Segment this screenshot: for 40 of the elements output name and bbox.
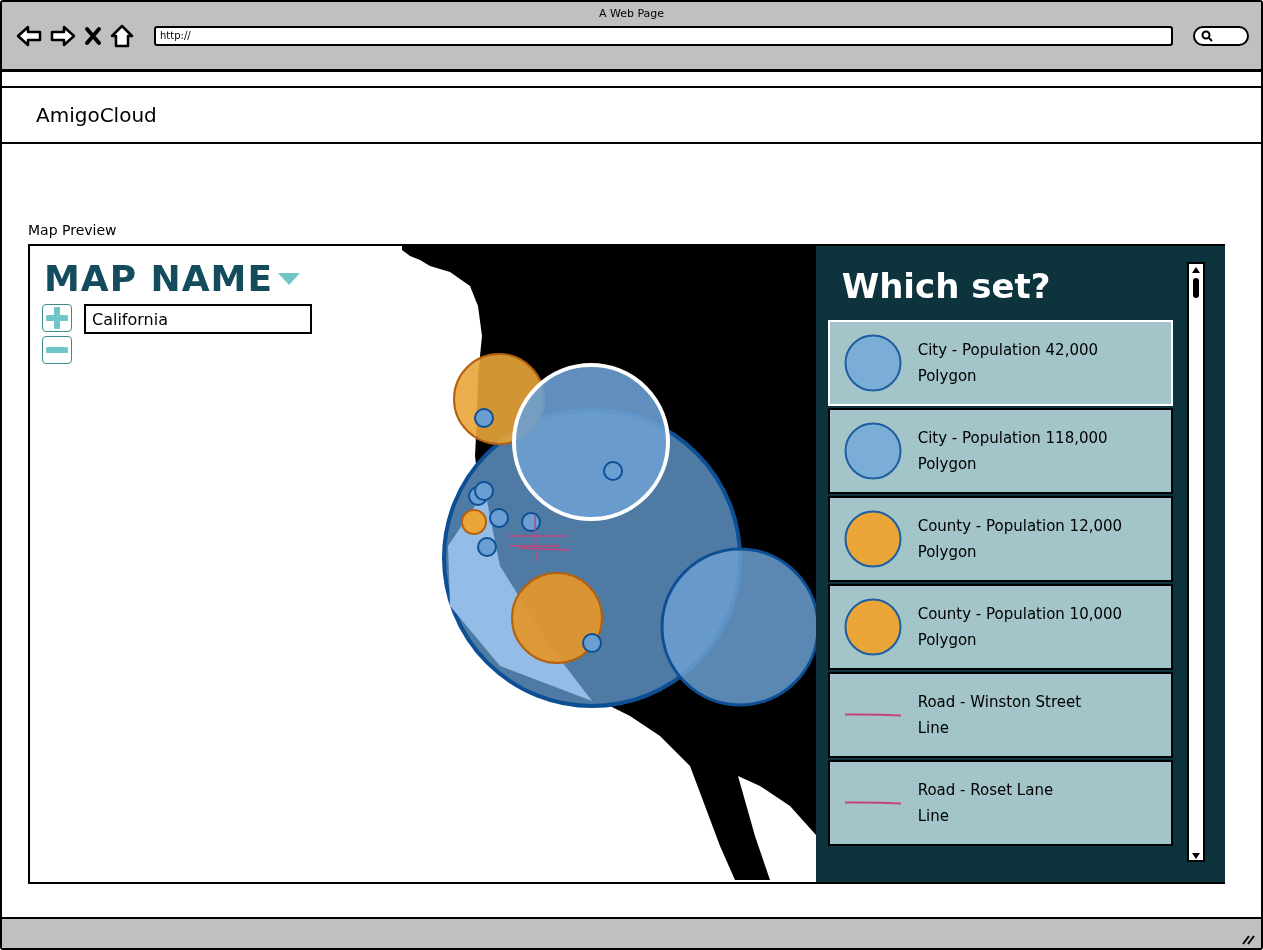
- layer-type: Polygon: [917, 367, 978, 385]
- home-icon[interactable]: [110, 24, 134, 48]
- layer-item[interactable]: City - Population 42,000 Polygon: [827, 320, 1173, 406]
- layer-type: Line: [917, 719, 950, 737]
- layer-title: County - Population 12,000: [917, 517, 1123, 535]
- plus-icon: [46, 307, 68, 329]
- back-icon[interactable]: [16, 25, 42, 47]
- layer-type: Polygon: [917, 543, 978, 561]
- layer-title: Road - Winston Street: [917, 693, 1082, 711]
- layer-title: Road - Roset Lane: [917, 781, 1054, 799]
- scrollbar[interactable]: [1187, 262, 1205, 862]
- minus-icon: [46, 347, 68, 353]
- layer-type: Polygon: [917, 455, 978, 473]
- scroll-up-icon[interactable]: [1191, 266, 1201, 274]
- layer-title: City - Population 42,000: [917, 341, 1099, 359]
- layer-title: City - Population 118,000: [917, 429, 1108, 447]
- layer-item[interactable]: City - Population 118,000 Polygon: [827, 408, 1173, 494]
- search-icon: [1201, 30, 1213, 42]
- close-icon[interactable]: [84, 26, 102, 46]
- zoom-out-button[interactable]: [42, 336, 72, 364]
- zoom-in-button[interactable]: [42, 304, 72, 332]
- scroll-thumb[interactable]: [1193, 278, 1199, 298]
- map-name[interactable]: MAP NAME: [44, 258, 273, 299]
- brand-name[interactable]: AmigoCloud: [36, 103, 157, 127]
- layer-type: Line: [917, 807, 950, 825]
- layer-item[interactable]: County - Population 10,000 Polygon: [827, 584, 1173, 670]
- scroll-down-icon[interactable]: [1191, 852, 1201, 860]
- location-field[interactable]: California: [84, 304, 312, 334]
- address-field[interactable]: http://: [154, 26, 1173, 46]
- section-label: Map Preview: [28, 222, 118, 238]
- layer-item[interactable]: County - Population 12,000 Polygon: [827, 496, 1173, 582]
- layer-item[interactable]: Road - Roset Lane Line: [827, 760, 1173, 846]
- window-title: A Web Page: [597, 6, 666, 20]
- browser-search-field[interactable]: [1193, 26, 1249, 46]
- resize-grip-icon[interactable]: [1241, 933, 1255, 945]
- layer-type: Polygon: [917, 631, 978, 649]
- layer-title: County - Population 10,000: [917, 605, 1123, 623]
- panel-title: Which set?: [840, 265, 1052, 308]
- forward-icon[interactable]: [50, 25, 76, 47]
- layer-item[interactable]: Road - Winston Street Line: [827, 672, 1173, 758]
